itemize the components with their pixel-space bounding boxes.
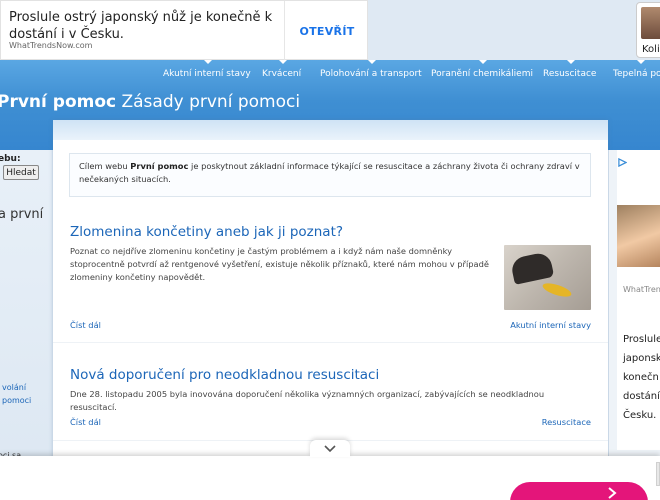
nav-marker-icon	[478, 60, 487, 64]
article-category-link[interactable]: Resuscitace	[542, 417, 591, 427]
search-label: ebu:	[0, 154, 21, 164]
site-title-bold: První pomoc	[0, 92, 117, 112]
nav-item-krvaceni[interactable]: Krvácení	[262, 60, 302, 79]
nav-item-chemikalie[interactable]: Poranění chemikáliemi	[431, 60, 533, 79]
nav-item-label: Resuscitace	[543, 69, 597, 79]
right-ad-source: WhatTren	[623, 285, 660, 294]
nav-marker-icon	[636, 60, 645, 64]
top-ad-text[interactable]: Proslule ostrý japonský nůž je konečně k…	[9, 9, 279, 43]
search-button[interactable]: Hledat	[3, 165, 39, 180]
top-ad-side-image	[641, 7, 660, 39]
article-title[interactable]: Nová doporučení pro neodkladnou resuscit…	[70, 367, 591, 383]
article-excerpt: Dne 28. listopadu 2005 byla inovována do…	[70, 389, 545, 412]
nav-item-label: Krvácení	[262, 69, 302, 79]
page-title[interactable]: První pomoc Zásady první pomoci	[0, 92, 300, 112]
chevron-right-icon	[608, 487, 617, 499]
chevron-down-icon	[324, 444, 336, 452]
nav-marker-icon	[203, 60, 212, 64]
right-ad-text[interactable]: Proslule japonsk konečn dostání Česku.	[623, 330, 660, 425]
ad-choices-icon[interactable]	[618, 158, 627, 167]
nav-item-label: Akutní interní stavy	[163, 69, 251, 79]
article-image[interactable]	[504, 245, 591, 310]
intro-box: Cílem webu První pomoc je poskytnout zák…	[69, 153, 591, 197]
main-nav: Akutní interní stavy Krvácení Polohování…	[0, 60, 660, 88]
top-ad-banner[interactable]: Proslule ostrý japonský nůž je konečně k…	[0, 0, 369, 61]
nav-item-tepelna[interactable]: Tepelná poš	[613, 60, 660, 79]
intro-text-bold: První pomoc	[130, 161, 189, 171]
top-ad-source: WhatTrendsNow.com	[9, 41, 93, 50]
article-category-link[interactable]: Akutní interní stavy	[510, 320, 591, 330]
main-content-top-band	[53, 120, 608, 140]
shoe-shape	[509, 251, 555, 285]
read-more-link[interactable]: Číst dál	[70, 417, 101, 427]
left-sidebar-link-2[interactable]: pomoci	[2, 396, 31, 405]
nav-item-akutni[interactable]: Akutní interní stavy	[163, 60, 251, 79]
article-separator	[53, 342, 608, 343]
nav-item-polohovani[interactable]: Polohování a transport	[320, 60, 422, 79]
article-card: Zlomenina končetiny aneb jak ji poznat? …	[70, 224, 591, 330]
read-more-link[interactable]: Číst dál	[70, 320, 101, 330]
intro-text-start: Cílem webu	[79, 161, 131, 171]
nav-item-label: Polohování a transport	[320, 69, 422, 79]
article-excerpt: Poznat co nejdříve zlomeninu končetiny j…	[70, 246, 489, 282]
nav-marker-icon	[278, 60, 287, 64]
site-title-rest: Zásady první pomoci	[116, 92, 301, 112]
nav-marker-icon	[367, 60, 376, 64]
top-ad-side-label: Koli	[642, 44, 660, 55]
top-ad-open-button[interactable]: OTEVŘÍT	[285, 1, 369, 61]
right-ad-image[interactable]	[617, 205, 660, 267]
nav-item-label: Poranění chemikáliemi	[431, 69, 533, 79]
nav-item-label: Tepelná poš	[613, 69, 660, 79]
left-sidebar-heading: a první	[0, 207, 44, 222]
top-ad-side-card[interactable]: Koli	[636, 2, 660, 58]
left-sidebar-link-1[interactable]: volání	[2, 383, 26, 392]
nav-marker-icon	[566, 60, 575, 64]
bottom-ad-cta-button[interactable]	[510, 482, 648, 500]
nav-item-resuscitace[interactable]: Resuscitace	[543, 60, 597, 79]
bottom-ad-edge	[656, 462, 660, 486]
banana-peel-shape	[541, 280, 573, 300]
article-title[interactable]: Zlomenina končetiny aneb jak ji poznat?	[70, 224, 591, 240]
collapse-ad-button[interactable]	[310, 440, 350, 457]
article-card: Nová doporučení pro neodkladnou resuscit…	[70, 367, 591, 427]
left-sidebar	[0, 150, 52, 500]
